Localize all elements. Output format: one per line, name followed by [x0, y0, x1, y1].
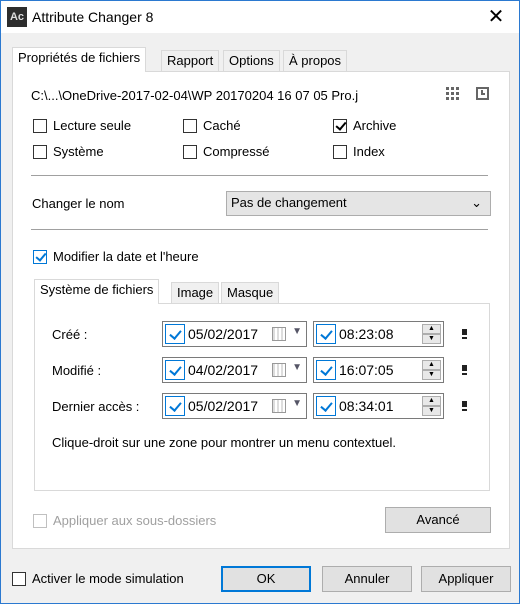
grid-icon[interactable]: [446, 87, 459, 100]
spin-up-icon[interactable]: ▲: [422, 360, 441, 370]
time-enable-checkbox[interactable]: [316, 396, 336, 416]
date-picker[interactable]: 05/02/2017 ▼: [162, 321, 307, 347]
checkbox-lecture-seule[interactable]: Lecture seule: [33, 118, 131, 133]
time-picker[interactable]: 08:34:01 ▲ ▼: [313, 393, 444, 419]
calendar-icon[interactable]: [272, 363, 286, 377]
time-value: 08:34:01: [339, 398, 394, 414]
date-picker[interactable]: 04/02/2017 ▼: [162, 357, 307, 383]
checkbox-box[interactable]: [33, 249, 47, 264]
window: Ac Attribute Changer 8 ✕ Propriétés de f…: [0, 0, 520, 604]
checkbox-label: Modifier la date et l'heure: [53, 249, 199, 264]
properties-panel: C:\...\OneDrive-2017-02-04\WP 20170204 1…: [12, 71, 510, 549]
time-picker[interactable]: 16:07:05 ▲ ▼: [313, 357, 444, 383]
file-path: C:\...\OneDrive-2017-02-04\WP 20170204 1…: [31, 88, 359, 103]
window-title: Attribute Changer 8: [32, 9, 154, 25]
dropdown-arrow-icon[interactable]: ▼: [292, 398, 302, 409]
row-label: Dernier accès :: [52, 399, 140, 414]
date-value: 05/02/2017: [188, 398, 259, 414]
time-spinner[interactable]: ▲ ▼: [422, 324, 441, 344]
checkbox-index[interactable]: Index: [333, 144, 385, 159]
app-logo: Ac: [7, 7, 27, 27]
calendar-icon[interactable]: [272, 399, 286, 413]
checkbox-subfolders[interactable]: Appliquer aux sous-dossiers: [33, 513, 216, 528]
checkbox-label: Index: [353, 144, 385, 159]
checkbox-label: Activer le mode simulation: [32, 571, 184, 586]
checkbox-label: Lecture seule: [53, 118, 132, 133]
rename-select[interactable]: Pas de changement ⌄: [226, 191, 491, 216]
date-enable-checkbox[interactable]: [165, 396, 185, 416]
ok-button[interactable]: OK: [221, 566, 311, 592]
checkbox-simulation[interactable]: Activer le mode simulation: [12, 571, 184, 586]
cancel-button[interactable]: Annuler: [322, 566, 412, 592]
checkbox-box[interactable]: [183, 144, 197, 159]
tab-proprietes[interactable]: Propriétés de fichiers: [12, 47, 147, 72]
date-value: 04/02/2017: [188, 362, 259, 378]
clock-icon[interactable]: [476, 87, 489, 100]
checkbox-box[interactable]: [33, 513, 47, 528]
time-spinner[interactable]: ▲ ▼: [422, 360, 441, 380]
spin-down-icon[interactable]: ▼: [422, 406, 441, 416]
spin-up-icon[interactable]: ▲: [422, 396, 441, 406]
spin-down-icon[interactable]: ▼: [422, 334, 441, 344]
options-icon[interactable]: [462, 329, 467, 337]
tab-options[interactable]: Options: [223, 50, 280, 72]
tab-apropos[interactable]: À propos: [283, 50, 348, 72]
rename-label: Changer le nom: [32, 196, 125, 211]
title-bar: Ac Attribute Changer 8 ✕: [1, 1, 519, 33]
dropdown-arrow-icon[interactable]: ▼: [292, 326, 302, 337]
subtab-masque[interactable]: Masque: [221, 282, 280, 304]
hint-text: Clique-droit sur une zone pour montrer u…: [52, 435, 396, 450]
date-enable-checkbox[interactable]: [165, 324, 185, 344]
options-icon[interactable]: [462, 365, 467, 373]
checkbox-label: Compressé: [203, 144, 270, 159]
checkbox-box[interactable]: [333, 118, 347, 133]
spin-down-icon[interactable]: ▼: [422, 370, 441, 380]
checkbox-box[interactable]: [12, 571, 26, 586]
subtab-systeme[interactable]: Système de fichiers: [34, 279, 160, 304]
close-button[interactable]: ✕: [473, 1, 519, 33]
divider: [31, 175, 488, 176]
checkbox-box[interactable]: [333, 144, 347, 159]
checkbox-compresse[interactable]: Compressé: [183, 144, 269, 159]
checkbox-label: Système: [53, 144, 104, 159]
time-spinner[interactable]: ▲ ▼: [422, 396, 441, 416]
tab-rapport[interactable]: Rapport: [161, 50, 220, 72]
time-value: 16:07:05: [339, 362, 394, 378]
checkbox-modify-datetime[interactable]: Modifier la date et l'heure: [33, 249, 199, 264]
divider: [31, 229, 488, 230]
row-label: Créé :: [52, 327, 88, 342]
checkbox-label: Archive: [353, 118, 397, 133]
apply-button[interactable]: Appliquer: [421, 566, 511, 592]
date-value: 05/02/2017: [188, 326, 259, 342]
date-enable-checkbox[interactable]: [165, 360, 185, 380]
advanced-button[interactable]: Avancé: [385, 507, 491, 533]
checkbox-box[interactable]: [183, 118, 197, 133]
checkbox-box[interactable]: [33, 118, 47, 133]
time-value: 08:23:08: [339, 326, 394, 342]
rename-value: Pas de changement: [231, 195, 347, 210]
checkbox-box[interactable]: [33, 144, 47, 159]
row-label: Modifié :: [52, 363, 102, 378]
spin-up-icon[interactable]: ▲: [422, 324, 441, 334]
checkbox-label: Caché: [203, 118, 241, 133]
dropdown-arrow-icon[interactable]: ▼: [292, 362, 302, 373]
subtab-image[interactable]: Image: [171, 282, 220, 304]
time-picker[interactable]: 08:23:08 ▲ ▼: [313, 321, 444, 347]
datetime-panel: Créé : 05/02/2017 ▼ 08:23:08 ▲ ▼ Modifié : …: [34, 303, 490, 491]
checkbox-systeme[interactable]: Système: [33, 144, 104, 159]
chevron-down-icon: ⌄: [471, 195, 482, 210]
checkbox-archive[interactable]: Archive: [333, 118, 396, 133]
time-enable-checkbox[interactable]: [316, 324, 336, 344]
checkbox-cache[interactable]: Caché: [183, 118, 241, 133]
calendar-icon[interactable]: [272, 327, 286, 341]
options-icon[interactable]: [462, 401, 467, 409]
time-enable-checkbox[interactable]: [316, 360, 336, 380]
date-picker[interactable]: 05/02/2017 ▼: [162, 393, 307, 419]
checkbox-label: Appliquer aux sous-dossiers: [53, 513, 217, 528]
